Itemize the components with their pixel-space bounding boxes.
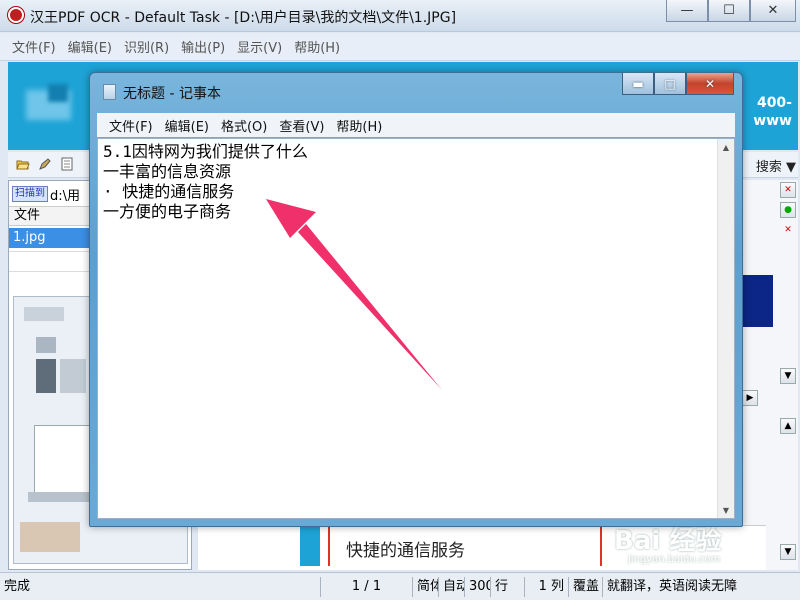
menu-recognize[interactable]: 识别(R) [118, 37, 175, 56]
right-tool-panel: ✕ ● ✕ ▼ ▶ ▲ ▼ [740, 180, 798, 570]
scroll-up-icon[interactable]: ▲ [718, 139, 734, 155]
status-text: 完成 [4, 578, 31, 594]
column-indicator: 1 列 [524, 576, 568, 597]
thumbnail-blur [20, 522, 80, 552]
main-window-controls: — ☐ ✕ [666, 0, 796, 22]
preview-thumbnail [741, 275, 773, 327]
banner-phone-text: 400- [756, 95, 792, 111]
thumbnail-blur [36, 359, 56, 393]
text-line: 5.1因特网为我们提供了什么 [103, 142, 308, 161]
notepad-menu-format[interactable]: 格式(O) [215, 116, 273, 135]
search-label-text: 搜索 [755, 160, 782, 175]
doc-accent-stripe [300, 526, 320, 566]
notepad-menubar: 文件(F) 编辑(E) 格式(O) 查看(V) 帮助(H) [97, 113, 735, 137]
thumbnail-blur [24, 307, 64, 321]
maximize-button[interactable]: ☐ [708, 0, 750, 22]
row-indicator: 行 [490, 576, 524, 597]
notepad-icon [103, 84, 116, 100]
banner-web-text: www [753, 113, 792, 129]
check-icon[interactable]: ● [780, 202, 796, 218]
notepad-window: 无标题 - 记事本 ▬ □ ✕ 文件(F) 编辑(E) 格式(O) 查看(V) … [89, 72, 743, 527]
scan-path-field[interactable]: d:\用 [50, 185, 80, 204]
notepad-content: 5.1因特网为我们提供了什么 一丰富的信息资源 · 快捷的通信服务 一方便的电子商务 [103, 142, 308, 222]
banner-contact: 400- www [753, 94, 792, 130]
notepad-menu-view[interactable]: 查看(V) [273, 116, 330, 135]
watermark-url: jingyan.baidu.com [628, 554, 721, 565]
app-logo-icon [8, 7, 24, 23]
notepad-scrollbar[interactable]: ▲ ▼ [717, 139, 734, 518]
notepad-title: 无标题 - 记事本 [123, 86, 221, 102]
open-folder-icon[interactable] [16, 157, 30, 171]
scroll-down-icon[interactable]: ▼ [780, 544, 796, 560]
mode-indicator: 自动 [438, 576, 464, 597]
overwrite-indicator: 覆盖 [568, 576, 602, 597]
scroll-down-icon[interactable]: ▼ [718, 502, 734, 518]
menu-edit[interactable]: 编辑(E) [62, 37, 118, 56]
lang-indicator: 简体 [412, 576, 438, 597]
toolbar-search-label[interactable]: 搜索 ▼ [756, 156, 796, 175]
notepad-text-area[interactable]: 5.1因特网为我们提供了什么 一丰富的信息资源 · 快捷的通信服务 一方便的电子商务 … [97, 138, 735, 519]
menu-view[interactable]: 显示(V) [231, 37, 288, 56]
main-menubar: 文件(F) 编辑(E) 识别(R) 输出(P) 显示(V) 帮助(H) [0, 33, 800, 61]
ad-text: 就翻译，英语阅读无障 [602, 576, 762, 597]
scan-row: 扫描到 d:\用 [12, 185, 80, 204]
doc-margin-line [328, 526, 330, 566]
notepad-maximize-button[interactable]: □ [654, 73, 686, 95]
notepad-close-button[interactable]: ✕ [686, 73, 734, 95]
notepad-menu-help[interactable]: 帮助(H) [330, 116, 388, 135]
banner-logo-mark [48, 84, 68, 102]
scroll-down-icon[interactable]: ▼ [780, 368, 796, 384]
minimize-button[interactable]: — [666, 0, 708, 22]
delete-icon[interactable]: ✕ [780, 222, 796, 238]
notepad-menu-edit[interactable]: 编辑(E) [159, 116, 215, 135]
doc-margin-line [600, 526, 602, 566]
close-icon[interactable]: ✕ [780, 182, 796, 198]
text-line: 一方便的电子商务 [103, 202, 232, 221]
pen-icon[interactable] [38, 157, 52, 171]
notepad-menu-file[interactable]: 文件(F) [103, 116, 159, 135]
page-indicator: 1 / 1 [320, 576, 412, 597]
notepad-minimize-button[interactable]: ▬ [622, 73, 654, 95]
main-window-title: 汉王PDF OCR - Default Task - [D:\用户目录\我的文档… [30, 10, 457, 26]
chevron-down-icon[interactable]: ▼ [786, 160, 796, 175]
thumbnail-blur [36, 337, 56, 353]
doc-preview-text: 快捷的通信服务 [346, 541, 465, 561]
text-line: · 快捷的通信服务 [103, 182, 235, 201]
main-titlebar: 汉王PDF OCR - Default Task - [D:\用户目录\我的文档… [0, 0, 800, 32]
menu-help[interactable]: 帮助(H) [288, 37, 346, 56]
text-line: 一丰富的信息资源 [103, 162, 232, 181]
scroll-up-icon[interactable]: ▲ [780, 418, 796, 434]
menu-file[interactable]: 文件(F) [6, 37, 62, 56]
notepad-window-controls: ▬ □ ✕ [622, 73, 734, 95]
thumbnail-blur [60, 359, 86, 393]
scan-to-button[interactable]: 扫描到 [12, 186, 48, 202]
menu-output[interactable]: 输出(P) [175, 37, 231, 56]
status-bar: 完成 1 / 1 简体 自动 300 行 1 列 覆盖 就翻译，英语阅读无障 [0, 572, 800, 600]
scroll-right-icon[interactable]: ▶ [742, 390, 758, 406]
close-button[interactable]: ✕ [750, 0, 796, 22]
page-icon[interactable] [60, 157, 74, 171]
dpi-indicator: 300 [464, 576, 490, 597]
